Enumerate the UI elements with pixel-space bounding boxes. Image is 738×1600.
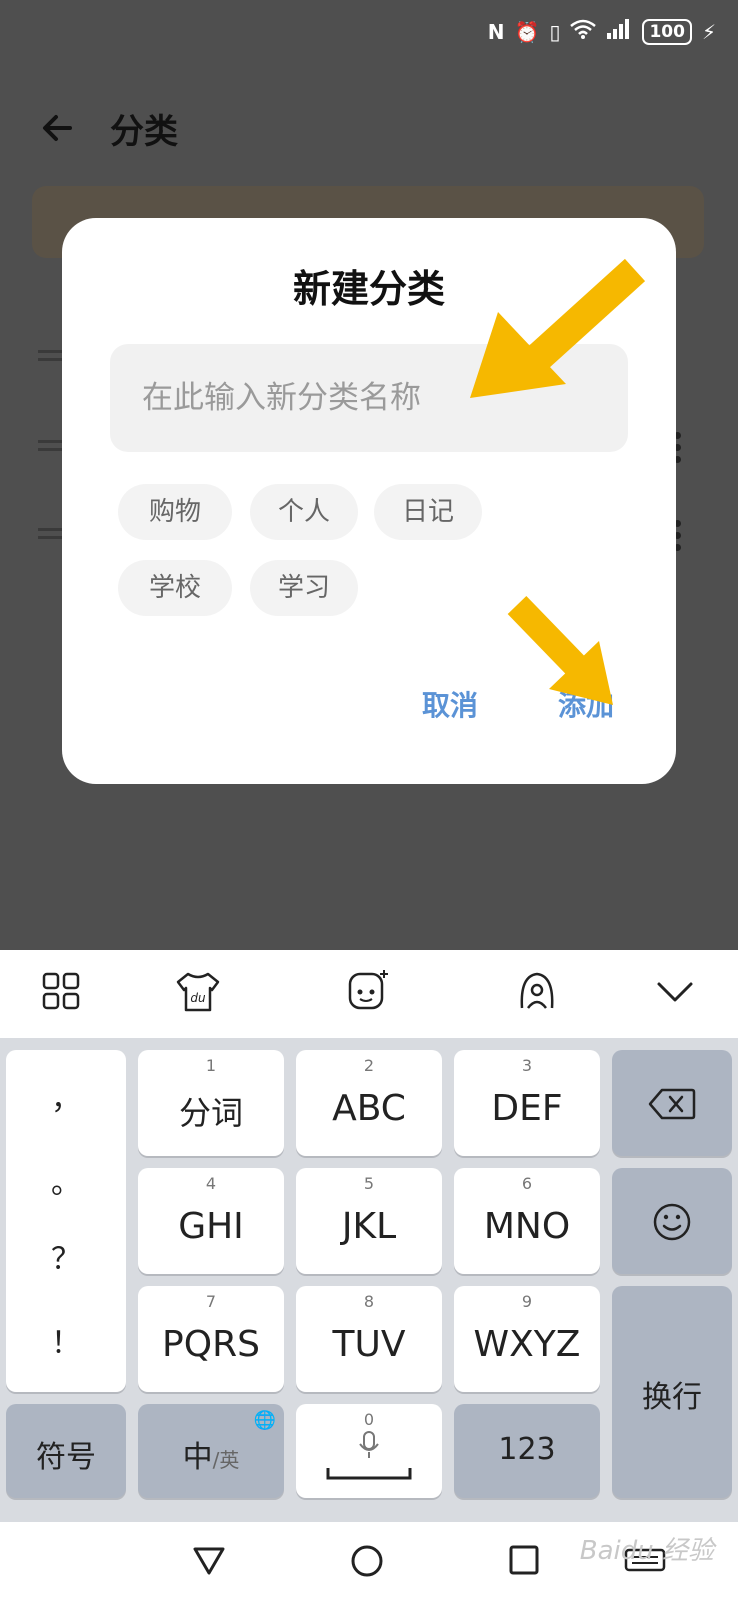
key-1[interactable]: 1 分词 — [138, 1050, 284, 1156]
space-bar-icon — [326, 1468, 412, 1480]
vibrate-icon: ▯ — [549, 19, 561, 44]
exclamation-key[interactable]: ！ — [6, 1318, 126, 1362]
globe-icon: 🌐 — [253, 1410, 276, 1431]
language-switch-key[interactable]: 🌐 中/英 — [138, 1404, 284, 1498]
chevron-down-icon[interactable] — [656, 980, 694, 1008]
assistant-icon[interactable] — [516, 970, 558, 1016]
pointer-arrow-icon — [470, 258, 646, 398]
numbers-key[interactable]: 123 — [454, 1404, 600, 1498]
watermark: Baidu 经验 — [579, 1536, 714, 1566]
key-9[interactable]: 9 WXYZ — [454, 1286, 600, 1392]
backspace-key[interactable] — [612, 1050, 732, 1156]
grid-menu-icon[interactable] — [42, 972, 80, 1014]
smiley-icon — [653, 1203, 691, 1241]
sticker-face-icon[interactable] — [346, 968, 390, 1016]
chip-shopping[interactable]: 购物 — [118, 484, 232, 540]
key-7[interactable]: 7 PQRS — [138, 1286, 284, 1392]
recent-apps-icon[interactable] — [508, 1544, 540, 1576]
chip-diary[interactable]: 日记 — [374, 484, 482, 540]
home-circle-icon[interactable] — [350, 1544, 384, 1578]
chip-school[interactable]: 学校 — [118, 560, 232, 616]
emoji-key[interactable] — [612, 1168, 732, 1274]
wifi-icon — [570, 19, 597, 44]
key-2[interactable]: 2 ABC — [296, 1050, 442, 1156]
pointer-arrow-icon — [507, 595, 613, 705]
keyboard: ， 。 ？ ！ 1 分词 2 ABC 3 DEF 4 GHI 5 JKL 6 M… — [0, 1038, 738, 1522]
key-4[interactable]: 4 GHI — [138, 1168, 284, 1274]
cancel-button[interactable]: 取消 — [422, 684, 478, 724]
svg-text:du: du — [190, 991, 206, 1005]
space-key[interactable]: 0 — [296, 1404, 442, 1498]
back-arrow-icon[interactable] — [38, 108, 78, 148]
comma-key[interactable]: ， — [6, 1074, 126, 1118]
battery-indicator: 100 — [642, 18, 692, 45]
key-3[interactable]: 3 DEF — [454, 1050, 600, 1156]
charging-icon: ⚡ — [701, 19, 716, 44]
enter-key[interactable]: 换行 — [612, 1286, 732, 1498]
period-key[interactable]: 。 — [6, 1158, 126, 1202]
backspace-icon — [648, 1088, 696, 1120]
alarm-icon: ⏰ — [514, 19, 540, 44]
page-title: 分类 — [110, 112, 178, 152]
punctuation-column[interactable]: ， 。 ？ ！ — [6, 1050, 126, 1392]
status-bar: N ⏰ ▯ 100 ⚡ — [0, 0, 738, 70]
skin-shirt-icon[interactable]: du — [176, 970, 220, 1016]
signal-icon — [606, 18, 632, 45]
keyboard-toolbar: du — [0, 950, 738, 1038]
back-triangle-icon[interactable] — [192, 1546, 226, 1576]
chip-personal[interactable]: 个人 — [250, 484, 358, 540]
chip-study[interactable]: 学习 — [250, 560, 358, 616]
question-key[interactable]: ？ — [6, 1234, 126, 1278]
microphone-icon — [359, 1431, 379, 1458]
status-icons: N ⏰ ▯ 100 ⚡ — [488, 18, 716, 45]
key-8[interactable]: 8 TUV — [296, 1286, 442, 1392]
nfc-icon: N — [487, 19, 505, 44]
key-6[interactable]: 6 MNO — [454, 1168, 600, 1274]
key-5[interactable]: 5 JKL — [296, 1168, 442, 1274]
symbols-key[interactable]: 符号 — [6, 1404, 126, 1498]
